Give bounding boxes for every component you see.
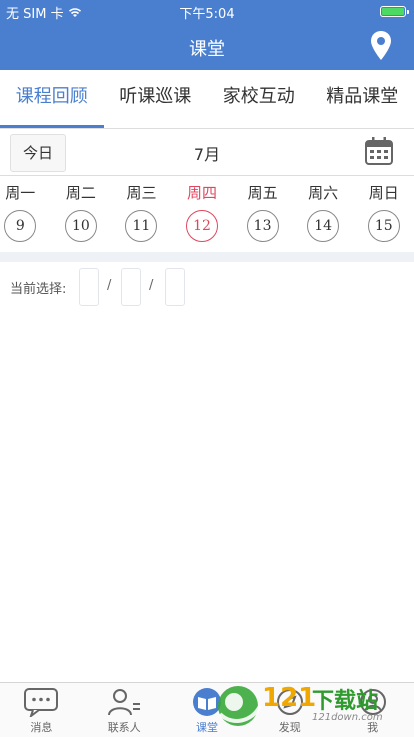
page-title: 课堂: [0, 35, 414, 61]
day-name: 周三: [111, 176, 172, 210]
day-tue[interactable]: 周二 10: [51, 176, 112, 252]
tabbar-contacts[interactable]: 联系人: [83, 683, 166, 737]
tab-home-school[interactable]: 家校互动: [207, 70, 311, 128]
top-tabs: 课程回顾 听课巡课 家校互动 精品课堂: [0, 70, 414, 129]
day-name: 周一: [0, 176, 51, 210]
tabbar-label: 联系人: [83, 719, 166, 735]
day-mon[interactable]: 周一 9: [0, 176, 51, 252]
day-name: 周四: [172, 176, 233, 210]
date-row: 今日 7月: [0, 129, 414, 176]
watermark-text: 下载站: [312, 683, 378, 715]
tabbar-label: 课堂: [166, 719, 249, 735]
selection-box-1[interactable]: [79, 268, 99, 306]
status-bar: 无 SIM 卡 下午5:04: [0, 0, 414, 22]
day-number: 11: [125, 210, 157, 242]
day-name: 周五: [232, 176, 293, 210]
watermark-brand: 121: [262, 683, 316, 713]
day-number: 15: [368, 210, 400, 242]
tab-lesson-patrol[interactable]: 听课巡课: [104, 70, 208, 128]
day-number: 14: [307, 210, 339, 242]
tabbar-label: 消息: [0, 719, 83, 735]
tabbar-messages[interactable]: 消息: [0, 683, 83, 737]
message-icon: [23, 687, 59, 717]
calendar-icon[interactable]: [364, 136, 394, 166]
day-name: 周六: [293, 176, 354, 210]
day-wed[interactable]: 周三 11: [111, 176, 172, 252]
tab-featured-class[interactable]: 精品课堂: [311, 70, 414, 128]
day-number: 13: [247, 210, 279, 242]
status-time: 下午5:04: [0, 3, 414, 22]
selection-separator: /: [149, 278, 153, 293]
current-selection-row: 当前选择: / /: [0, 262, 414, 312]
selection-box-2[interactable]: [121, 268, 141, 306]
week-strip: 周一 9 周二 10 周三 11 周四 12 周五 13 周六 14 周日 15: [0, 176, 414, 252]
watermark-url: 121down.com: [312, 712, 383, 723]
day-sat[interactable]: 周六 14: [293, 176, 354, 252]
day-thu[interactable]: 周四 12: [172, 176, 233, 252]
section-divider: [0, 252, 414, 262]
selection-box-3[interactable]: [165, 268, 185, 306]
selection-separator: /: [107, 278, 111, 293]
nav-bar: 课堂: [0, 22, 414, 70]
battery-icon: [380, 6, 406, 17]
location-pin-icon[interactable]: [370, 30, 392, 62]
current-selection-label: 当前选择:: [10, 278, 66, 297]
day-name: 周日: [353, 176, 414, 210]
day-number: 12: [186, 210, 218, 242]
day-name: 周二: [51, 176, 112, 210]
tab-course-review[interactable]: 课程回顾: [0, 70, 104, 128]
day-sun[interactable]: 周日 15: [353, 176, 414, 252]
month-label: 7月: [0, 141, 414, 165]
tabbar-classroom[interactable]: 课堂: [166, 683, 249, 737]
day-number: 9: [4, 210, 36, 242]
contacts-icon: [106, 687, 142, 717]
day-number: 10: [65, 210, 97, 242]
day-fri[interactable]: 周五 13: [232, 176, 293, 252]
book-icon: [189, 687, 225, 717]
